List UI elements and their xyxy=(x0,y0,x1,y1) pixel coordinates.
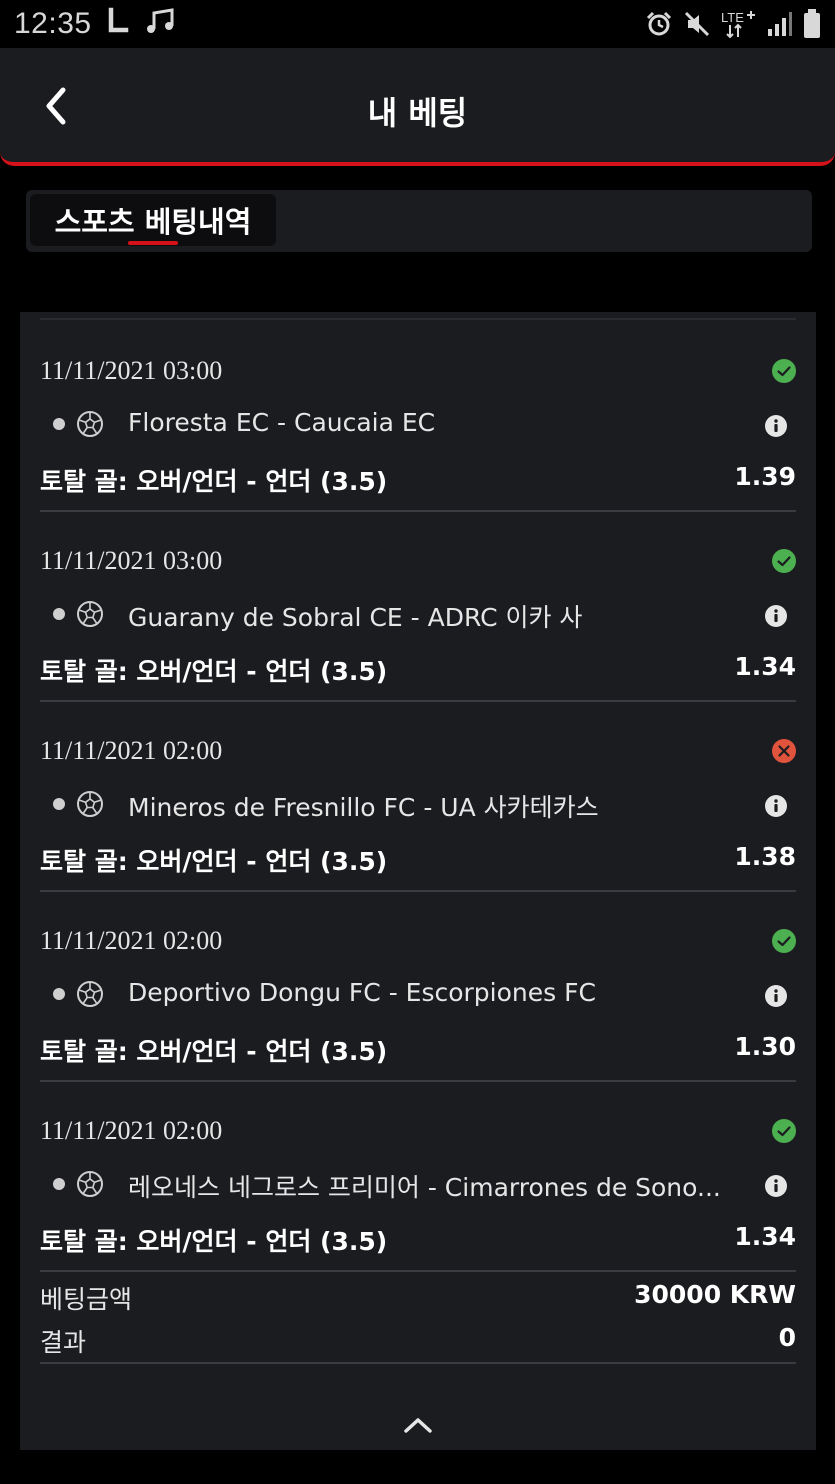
tab-bar: 스포츠 베팅내역 xyxy=(26,190,812,252)
bet-item: 11/11/2021 02:00 Mineros de Fresnillo FC… xyxy=(40,702,796,892)
page-title: 내 베팅 xyxy=(367,94,468,132)
mute-icon xyxy=(683,10,711,38)
bet-datetime: 11/11/2021 02:00 xyxy=(40,736,223,765)
bet-market: 토탈 골: 오버/언더 - 언더 (3.5) xyxy=(40,467,388,496)
check-circle-icon xyxy=(772,929,796,953)
signal-icon xyxy=(767,11,793,37)
bet-match: Guarany de Sobral CE - ADRC 이카 사 xyxy=(128,603,583,632)
status-bar: 12:35 LTE xyxy=(0,0,835,48)
info-circle-icon[interactable] xyxy=(765,795,787,817)
bet-datetime: 11/11/2021 03:00 xyxy=(40,356,223,385)
stake-label: 베팅금액 xyxy=(40,1285,133,1314)
chevron-up-icon xyxy=(404,1418,432,1433)
bet-item: 11/11/2021 03:00 Floresta EC - Caucaia E… xyxy=(40,322,796,512)
bet-match: Deportivo Dongu FC - Escorpiones FC xyxy=(128,978,596,1007)
bullet xyxy=(53,988,65,1000)
x-circle-icon xyxy=(772,739,796,763)
bet-item: 11/11/2021 02:00 Deportivo Dongu FC - Es… xyxy=(40,892,796,1082)
app-l-icon xyxy=(106,7,130,42)
bet-odds: 1.34 xyxy=(734,652,796,681)
bet-market: 토탈 골: 오버/언더 - 언더 (3.5) xyxy=(40,1037,388,1066)
bullet xyxy=(53,798,65,810)
info-circle-icon[interactable] xyxy=(765,605,787,627)
bet-market: 토탈 골: 오버/언더 - 언더 (3.5) xyxy=(40,657,388,686)
bet-market: 토탈 골: 오버/언더 - 언더 (3.5) xyxy=(40,1227,388,1256)
battery-icon xyxy=(803,9,821,39)
bet-match: Mineros de Fresnillo FC - UA 사카테카스 xyxy=(128,793,599,822)
divider xyxy=(40,1270,796,1272)
result-label: 결과 xyxy=(40,1328,87,1357)
bet-datetime: 11/11/2021 03:00 xyxy=(40,546,223,575)
music-icon xyxy=(144,7,176,42)
bet-item: 11/11/2021 02:00 레오네스 네그로스 프리미어 - Cimarr… xyxy=(40,1082,796,1272)
app-header: 내 베팅 xyxy=(0,48,835,166)
bet-datetime: 11/11/2021 02:00 xyxy=(40,1116,223,1145)
stake-value: 30000 KRW xyxy=(634,1280,796,1309)
check-circle-icon xyxy=(772,1119,796,1143)
bet-slip-card: 11/11/2021 03:00 Floresta EC - Caucaia E… xyxy=(20,312,816,1450)
soccer-ball-icon xyxy=(77,1171,103,1197)
result-value: 0 xyxy=(778,1323,796,1352)
bet-odds: 1.34 xyxy=(734,1222,796,1251)
info-circle-icon[interactable] xyxy=(765,415,787,437)
bet-odds: 1.30 xyxy=(734,1032,796,1061)
bullet xyxy=(53,608,65,620)
bet-odds: 1.38 xyxy=(734,842,796,871)
bet-match: 레오네스 네그로스 프리미어 - Cimarrones de Sono... xyxy=(128,1173,721,1202)
alarm-icon xyxy=(645,10,673,38)
stake-row: 베팅금액 30000 KRW xyxy=(40,1280,796,1316)
lte-icon: LTE xyxy=(721,9,757,39)
check-circle-icon xyxy=(772,359,796,383)
bet-datetime: 11/11/2021 02:00 xyxy=(40,926,223,955)
bet-odds: 1.39 xyxy=(734,462,796,491)
soccer-ball-icon xyxy=(77,411,103,437)
bet-market: 토탈 골: 오버/언더 - 언더 (3.5) xyxy=(40,847,388,876)
result-row: 결과 0 xyxy=(40,1323,796,1359)
soccer-ball-icon xyxy=(77,981,103,1007)
status-time: 12:35 xyxy=(14,7,92,40)
soccer-ball-icon xyxy=(77,601,103,627)
soccer-ball-icon xyxy=(77,791,103,817)
bullet xyxy=(53,418,65,430)
collapse-button[interactable] xyxy=(398,1408,438,1442)
network-type: LTE xyxy=(721,10,744,25)
divider xyxy=(40,318,796,320)
info-circle-icon[interactable] xyxy=(765,985,787,1007)
tab-active-indicator xyxy=(128,241,178,245)
bet-match: Floresta EC - Caucaia EC xyxy=(128,408,436,437)
tab-label: 스포츠 베팅내역 xyxy=(54,205,252,239)
tab-sports-history[interactable]: 스포츠 베팅내역 xyxy=(30,194,276,246)
divider xyxy=(40,1362,796,1364)
bet-item: 11/11/2021 03:00 Guarany de Sobral CE - … xyxy=(40,512,796,702)
bullet xyxy=(53,1178,65,1190)
check-circle-icon xyxy=(772,549,796,573)
info-circle-icon[interactable] xyxy=(765,1175,787,1197)
